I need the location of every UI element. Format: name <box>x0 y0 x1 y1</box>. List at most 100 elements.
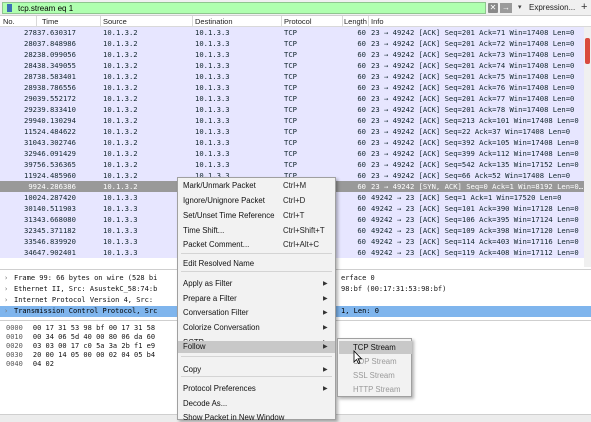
column-header-protocol[interactable]: Protocol <box>284 17 312 26</box>
cell-len: 60 <box>357 215 366 224</box>
cell-src: 10.1.3.2 <box>103 182 138 191</box>
packet-row[interactable]: 282 38.099056 10.1.3.2 10.1.3.3 TCP 60 23 → 49… <box>0 49 591 60</box>
packet-row[interactable]: 310 43.302746 10.1.3.2 10.1.3.3 TCP 60 23 → 49… <box>0 137 591 148</box>
packet-list-scrollbar[interactable] <box>584 27 591 267</box>
menu-item-set-unset-time-reference[interactable]: Set/Unset Time Reference Ctrl+T <box>178 210 335 222</box>
hex-bytes: 03 03 00 17 c0 5a 3a 2b f1 e9 <box>32 342 156 350</box>
expand-arrow-icon[interactable]: › <box>4 295 8 306</box>
cell-info: 23 → 49242 [ACK] Seq=542 Ack=135 Win=171… <box>371 160 579 169</box>
packet-list-header: No. Time Source Destination Protocol Len… <box>0 16 591 27</box>
cell-info: 49242 → 23 [ACK] Seq=119 Ack=408 Win=171… <box>371 248 579 257</box>
expand-arrow-icon[interactable]: › <box>4 306 8 317</box>
cell-len: 60 <box>357 138 366 147</box>
menu-item-apply-as-filter[interactable]: Apply as Filter ▶ <box>178 278 335 290</box>
cell-proto: TCP <box>284 94 297 103</box>
cell-info: 49242 → 23 [ACK] Seq=106 Ack=395 Win=171… <box>371 215 579 224</box>
cell-time: 43.668080 <box>37 215 76 224</box>
display-filter-input[interactable]: tcp.stream eq 1 <box>2 2 486 14</box>
menu-item-decode-as[interactable]: Decode As... <box>178 398 335 410</box>
submenu-arrow-icon: ▶ <box>323 367 328 373</box>
cell-info: 23 → 49242 [ACK] Seq=201 Ack=77 Win=1740… <box>371 94 575 103</box>
cell-time: 37.630317 <box>37 28 76 37</box>
cell-len: 60 <box>357 204 366 213</box>
cell-dst: 10.1.3.3 <box>195 116 230 125</box>
menu-item-mark-unmark-packet[interactable]: Mark/Unmark Packet Ctrl+M <box>178 180 335 192</box>
menu-separator <box>181 253 332 254</box>
cell-info: 23 → 49242 [ACK] Seq=392 Ack=105 Win=174… <box>371 138 579 147</box>
hex-bytes: 20 00 14 05 00 00 02 04 05 b4 <box>32 351 156 359</box>
hex-bytes: 00 17 31 53 98 bf 00 17 31 58 <box>32 324 156 332</box>
cell-no: 119 <box>24 171 37 180</box>
cell-proto: TCP <box>284 50 297 59</box>
packet-row[interactable]: 290 39.552172 10.1.3.2 10.1.3.3 TCP 60 23 → 49… <box>0 93 591 104</box>
submenu-arrow-icon: ▶ <box>323 344 328 350</box>
menu-item-packet-comment[interactable]: Packet Comment... Ctrl+Alt+C <box>178 239 335 251</box>
cell-len: 60 <box>357 226 366 235</box>
cell-src: 10.1.3.2 <box>103 94 138 103</box>
submenu-arrow-icon: ▶ <box>323 386 328 392</box>
menu-item-show-packet-in-new-window[interactable]: Show Packet in New Window <box>178 412 335 422</box>
column-header-source[interactable]: Source <box>103 17 127 26</box>
column-header-time[interactable]: Time <box>42 17 58 26</box>
cell-no: 335 <box>24 237 37 246</box>
expression-button[interactable]: Expression... <box>529 3 575 12</box>
cell-len: 60 <box>357 83 366 92</box>
cell-info: 23 → 49242 [ACK] Seq=201 Ack=78 Win=1740… <box>371 105 575 114</box>
packet-context-menu: Mark/Unmark Packet Ctrl+M Ignore/Unignore … <box>177 177 336 422</box>
menu-item-label: Time Shift... <box>183 226 225 235</box>
menu-item-protocol-preferences[interactable]: Protocol Preferences ▶ <box>178 383 335 395</box>
packet-row[interactable]: 115 24.484622 10.1.3.2 10.1.3.3 TCP 60 23 → 49… <box>0 126 591 137</box>
cell-len: 60 <box>357 39 366 48</box>
menu-item-ignore-unignore-packet[interactable]: Ignore/Unignore Packet Ctrl+D <box>178 195 335 207</box>
packet-row[interactable]: 278 37.630317 10.1.3.2 10.1.3.3 TCP 60 23 → 49… <box>0 27 591 38</box>
submenu-item-udp-stream[interactable]: UDP Stream <box>339 355 412 368</box>
menu-item-conversation-filter[interactable]: Conversation Filter ▶ <box>178 307 335 319</box>
packet-row[interactable]: 289 38.786556 10.1.3.2 10.1.3.3 TCP 60 23 → 49… <box>0 82 591 93</box>
expand-arrow-icon[interactable]: › <box>4 273 8 284</box>
menu-item-shortcut: Ctrl+T <box>283 211 305 220</box>
cell-no: 287 <box>24 72 37 81</box>
submenu-item-ssl-stream[interactable]: SSL Stream <box>339 369 412 382</box>
cell-src: 10.1.3.2 <box>103 61 138 70</box>
apply-filter-arrow-icon[interactable]: → <box>500 3 512 13</box>
menu-item-follow[interactable]: Follow ▶ <box>178 341 335 353</box>
packet-row[interactable]: 287 38.583401 10.1.3.2 10.1.3.3 TCP 60 23 → 49… <box>0 71 591 82</box>
mouse-cursor-icon <box>353 350 363 364</box>
menu-item-edit-resolved-name[interactable]: Edit Resolved Name <box>178 258 335 270</box>
column-header-length[interactable]: Length <box>344 17 367 26</box>
expand-arrow-icon[interactable]: › <box>4 284 8 295</box>
hex-row[interactable]: 0040 04 02 <box>6 359 54 369</box>
packet-row[interactable]: 284 38.349055 10.1.3.2 10.1.3.3 TCP 60 23 → 49… <box>0 60 591 71</box>
add-filter-button-icon[interactable]: + <box>581 1 587 13</box>
menu-item-prepare-a-filter[interactable]: Prepare a Filter ▶ <box>178 293 335 305</box>
packet-row[interactable]: 280 37.848986 10.1.3.2 10.1.3.3 TCP 60 23 → 49… <box>0 38 591 49</box>
column-header-destination[interactable]: Destination <box>195 17 233 26</box>
menu-item-copy[interactable]: Copy ▶ <box>178 364 335 376</box>
cell-len: 60 <box>357 182 366 191</box>
menu-item-colorize-conversation[interactable]: Colorize Conversation ▶ <box>178 322 335 334</box>
cell-time: 37.848986 <box>37 39 76 48</box>
column-header-no[interactable]: No. <box>3 17 15 26</box>
cell-proto: TCP <box>284 149 297 158</box>
submenu-item-tcp-stream[interactable]: TCP Stream <box>339 341 412 354</box>
cell-len: 60 <box>357 248 366 257</box>
cell-dst: 10.1.3.3 <box>195 160 230 169</box>
packet-row[interactable]: 299 40.130294 10.1.3.2 10.1.3.3 TCP 60 23 → 49… <box>0 115 591 126</box>
submenu-item-http-stream[interactable]: HTTP Stream <box>339 383 412 396</box>
cell-len: 60 <box>357 94 366 103</box>
cell-proto: TCP <box>284 116 297 125</box>
cell-proto: TCP <box>284 138 297 147</box>
menu-item-time-shift[interactable]: Time Shift... Ctrl+Shift+T <box>178 225 335 237</box>
filter-history-dropdown-icon[interactable]: ▾ <box>518 3 522 11</box>
clear-filter-icon[interactable]: ✕ <box>488 3 498 13</box>
cell-info: 49242 → 23 [ACK] Seq=114 Ack=403 Win=171… <box>371 237 579 246</box>
menu-item-shortcut: Ctrl+Shift+T <box>283 226 325 235</box>
packet-row[interactable]: 397 56.536365 10.1.3.2 10.1.3.3 TCP 60 23 → 49… <box>0 159 591 170</box>
column-header-info[interactable]: Info <box>371 17 384 26</box>
bookmark-icon[interactable] <box>5 3 14 13</box>
cell-info: 23 → 49242 [SYN, ACK] Seq=0 Ack=1 Win=81… <box>371 182 584 191</box>
cell-info: 23 → 49242 [ACK] Seq=201 Ack=71 Win=1740… <box>371 28 575 37</box>
hex-offset: 0000 <box>6 324 23 332</box>
packet-row[interactable]: 292 39.833410 10.1.3.2 10.1.3.3 TCP 60 23 → 49… <box>0 104 591 115</box>
packet-row[interactable]: 329 46.091429 10.1.3.2 10.1.3.3 TCP 60 23 → 49… <box>0 148 591 159</box>
